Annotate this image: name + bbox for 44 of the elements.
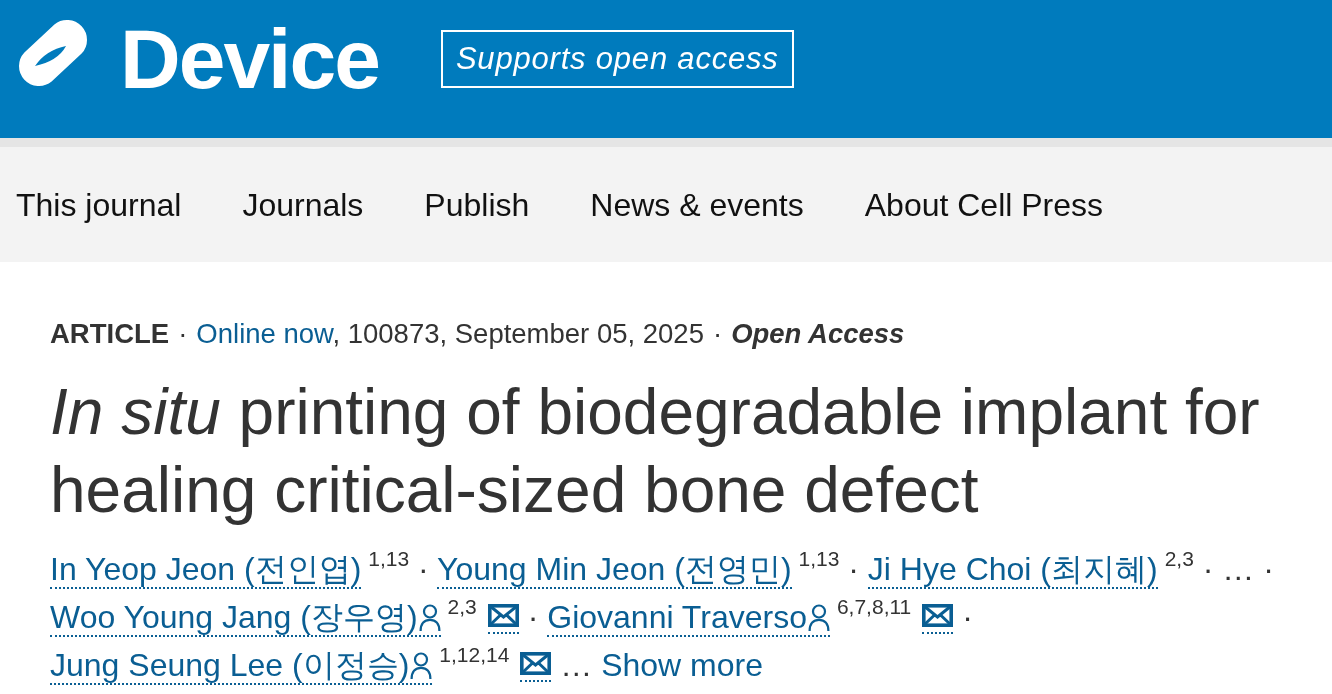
nav-link[interactable]: This journal [16,184,182,225]
affiliation-numbers: 2,3 [1164,548,1194,569]
nav-link[interactable]: News & events [590,184,804,225]
middle-dot-separator: · [418,551,429,587]
author-link[interactable]: Woo Young Jang (장우영) [50,599,441,637]
middle-dot-separator: · [848,551,859,587]
envelope-icon [487,604,519,627]
email-link[interactable] [520,652,552,682]
affiliation-numbers: 2,3 [447,596,477,617]
omitted-authors-ellipsis: … [1222,551,1255,587]
journal-name[interactable]: Device [120,17,379,101]
nav-link[interactable]: About Cell Press [864,184,1104,225]
author-link[interactable]: Giovanni Traverso [547,599,830,637]
email-link[interactable] [487,604,519,634]
envelope-icon [520,652,552,675]
nav-link[interactable]: Journals [242,184,364,225]
middle-dot-separator: · [1202,551,1214,587]
article-title: In situ printing of biodegradable implant for healing critical-sized bone defect [50,375,1261,528]
nav-link[interactable]: Publish [424,184,530,225]
email-link[interactable] [922,604,954,634]
affiliation-numbers: 1,13 [798,548,840,569]
author-link[interactable]: In Yeop Jeon (전인엽) [50,551,362,589]
online-now-link[interactable]: Online now [196,318,333,349]
middle-dot-separator: · [962,599,973,635]
open-access-badge: Supports open access [440,30,794,88]
person-icon [410,652,433,680]
middle-dot-separator: · [527,599,539,635]
article-type-label: ARTICLE [50,318,170,349]
open-access-label: Open Access [731,318,905,349]
affiliation-numbers: 1,12,14 [439,644,510,665]
person-icon [418,604,441,632]
logo-icon[interactable] [18,17,90,89]
affiliation-numbers: 1,13 [368,548,410,569]
show-more-link[interactable]: Show more [601,647,763,683]
envelope-icon [922,604,954,627]
author-link[interactable]: Ji Hye Choi (최지혜) [867,551,1158,589]
person-icon [807,604,830,632]
middle-dot-separator: · [178,318,188,349]
ellipsis-text: … [560,647,593,683]
author-link[interactable]: Jung Seung Lee (이정승) [50,647,433,685]
affiliation-numbers: 6,7,8,11 [836,596,912,617]
author-link[interactable]: Young Min Jeon (전영민) [437,551,792,589]
middle-dot-separator: · [712,318,723,349]
middle-dot-separator: · [1263,551,1274,587]
